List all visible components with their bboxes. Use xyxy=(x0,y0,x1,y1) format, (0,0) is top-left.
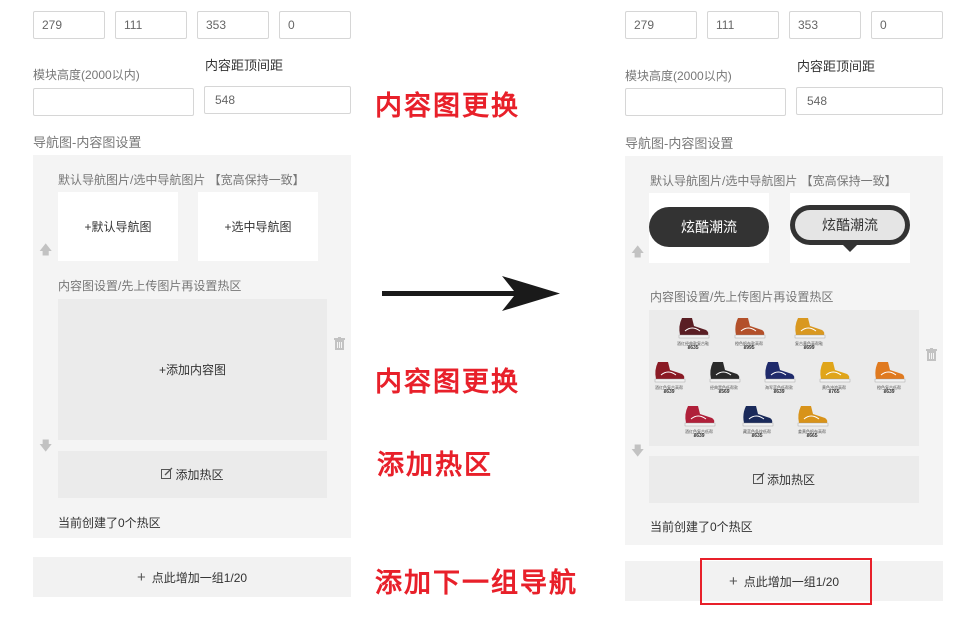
add-content-image-button[interactable]: +添加内容图 xyxy=(58,299,327,440)
shoe-icon xyxy=(797,406,829,427)
nav-image-hint: 默认导航图片/选中导航图片 【宽高保持一致】 xyxy=(58,173,305,187)
content-image-hint: 内容图设置/先上传图片再设置热区 xyxy=(650,290,834,304)
content-image-hint: 内容图设置/先上传图片再设置热区 xyxy=(58,279,242,293)
top-spacing-input[interactable]: 548 xyxy=(204,86,351,114)
shoe-item: 海军蓝色低帮款 ¥639 xyxy=(759,360,799,395)
shoe-item: 黄色冲浪高帮 ¥765 xyxy=(814,360,854,395)
shoe-price: ¥699 xyxy=(803,345,815,351)
shoe-icon xyxy=(874,362,906,383)
arrow-down-icon[interactable]: 🡇 xyxy=(631,442,644,464)
nav-pointer-icon xyxy=(843,245,857,252)
shoe-price: ¥569 xyxy=(718,389,730,395)
selected-nav-image[interactable]: 炫酷潮流 xyxy=(790,193,910,263)
shoe-price: ¥639 xyxy=(883,389,895,395)
add-hotspot-button[interactable]: 添加热区 xyxy=(649,456,919,503)
shoe-icon xyxy=(734,318,766,339)
number-input-4[interactable]: 0 xyxy=(871,11,943,39)
shoe-price: ¥765 xyxy=(828,389,840,395)
annotation-add-hotspot: 添加热区 xyxy=(377,450,493,480)
shoe-icon xyxy=(742,406,774,427)
shoe-item: 藏蓝色条纹低帮 ¥635 xyxy=(737,404,777,439)
default-nav-pill: 炫酷潮流 xyxy=(649,207,769,247)
shoe-icon xyxy=(678,318,710,339)
shoe-price: ¥639 xyxy=(773,389,785,395)
shoe-price: ¥665 xyxy=(806,433,818,439)
shoe-item: 酒红经典款复古鞋 ¥635 xyxy=(673,316,713,351)
shoe-icon xyxy=(794,318,826,339)
highlight-frame xyxy=(700,558,872,605)
add-hotspot-label: 添加热区 xyxy=(766,473,815,487)
shoe-item: 酒红色复古高帮 ¥639 xyxy=(649,360,689,395)
add-group-label: 点此增加一组1/20 xyxy=(151,570,248,585)
trash-icon[interactable] xyxy=(334,337,345,353)
shoe-price: ¥995 xyxy=(743,345,755,351)
content-image[interactable]: 酒红经典款复古鞋 ¥635 橙色帆布款高帮 ¥995 复古黄色高帮鞋 ¥699 酒红色复古高… xyxy=(649,310,919,446)
shoe-item: 橙色复古低帮 ¥639 xyxy=(869,360,909,395)
shoe-item: 经典黑色低帮款 ¥569 xyxy=(704,360,744,395)
shoe-item: 橙色帆布款高帮 ¥995 xyxy=(729,316,769,351)
number-input-4[interactable]: 0 xyxy=(279,11,351,39)
shoe-price: ¥635 xyxy=(687,345,699,351)
arrow-up-icon[interactable]: 🡅 xyxy=(631,243,644,265)
shoe-icon xyxy=(684,406,716,427)
number-input-3[interactable]: 353 xyxy=(197,11,269,39)
edit-icon xyxy=(752,472,765,487)
top-spacing-label: 内容距顶间距 xyxy=(205,58,284,73)
right-arrow-icon xyxy=(382,274,562,319)
default-nav-image[interactable]: 炫酷潮流 xyxy=(649,193,769,263)
hotspot-count-text: 当前创建了0个热区 xyxy=(58,516,161,530)
section-title: 导航图-内容图设置 xyxy=(625,136,734,151)
top-spacing-input[interactable]: 548 xyxy=(796,87,943,115)
shoe-item: 姜黄色帆布高帮 ¥665 xyxy=(792,404,832,439)
shoe-icon xyxy=(709,362,741,383)
module-height-input[interactable] xyxy=(33,88,194,116)
add-hotspot-label: 添加热区 xyxy=(175,468,224,482)
add-nav-group-button[interactable]: + 点此增加一组1/20 xyxy=(33,557,351,597)
section-title: 导航图-内容图设置 xyxy=(33,135,142,150)
hotspot-count-text: 当前创建了0个热区 xyxy=(650,520,753,534)
shoe-price: ¥639 xyxy=(663,389,675,395)
number-input-1[interactable]: 279 xyxy=(33,11,105,39)
module-height-label: 模块高度(2000以内) xyxy=(625,69,732,83)
number-input-3[interactable]: 353 xyxy=(789,11,861,39)
annotation-content-replace-2: 内容图更换 xyxy=(375,367,520,397)
annotation-content-replace-1: 内容图更换 xyxy=(375,91,520,121)
left-config-panel: 279 111 353 0 模块高度(2000以内) 内容距顶间距 548 导航… xyxy=(33,0,363,635)
number-input-1[interactable]: 279 xyxy=(625,11,697,39)
shoe-item: 酒红色复古低帮 ¥639 xyxy=(679,404,719,439)
default-nav-upload-button[interactable]: +默认导航图 xyxy=(58,192,178,261)
edit-icon xyxy=(161,467,173,482)
module-height-input[interactable] xyxy=(625,88,786,116)
shoe-price: ¥635 xyxy=(751,433,763,439)
trash-icon[interactable] xyxy=(926,348,937,364)
module-height-label: 模块高度(2000以内) xyxy=(33,68,140,82)
shoe-price: ¥639 xyxy=(693,433,705,439)
number-input-2[interactable]: 111 xyxy=(115,11,187,39)
number-input-2[interactable]: 111 xyxy=(707,11,779,39)
position-inputs: 279 111 353 0 xyxy=(33,11,351,39)
shoe-icon xyxy=(764,362,796,383)
shoe-icon xyxy=(654,362,686,383)
arrow-up-icon[interactable]: 🡅 xyxy=(39,241,52,263)
annotation-add-next-group: 添加下一组导航 xyxy=(375,568,578,598)
selected-nav-upload-button[interactable]: +选中导航图 xyxy=(198,192,318,261)
plus-icon: + xyxy=(136,568,146,586)
top-spacing-label: 内容距顶间距 xyxy=(797,59,876,74)
arrow-down-icon[interactable]: 🡇 xyxy=(39,437,52,459)
shoe-icon xyxy=(819,362,851,383)
selected-nav-pill: 炫酷潮流 xyxy=(790,205,910,245)
nav-image-hint: 默认导航图片/选中导航图片 【宽高保持一致】 xyxy=(650,174,897,188)
nav-group-box: 默认导航图片/选中导航图片 【宽高保持一致】 +默认导航图 +选中导航图 🡅 内… xyxy=(33,155,351,538)
position-inputs: 279 111 353 0 xyxy=(625,11,943,39)
selected-nav-pill-text: 炫酷潮流 xyxy=(795,210,905,240)
add-hotspot-button[interactable]: 添加热区 xyxy=(58,451,327,498)
shoe-item: 复古黄色高帮鞋 ¥699 xyxy=(789,316,829,351)
